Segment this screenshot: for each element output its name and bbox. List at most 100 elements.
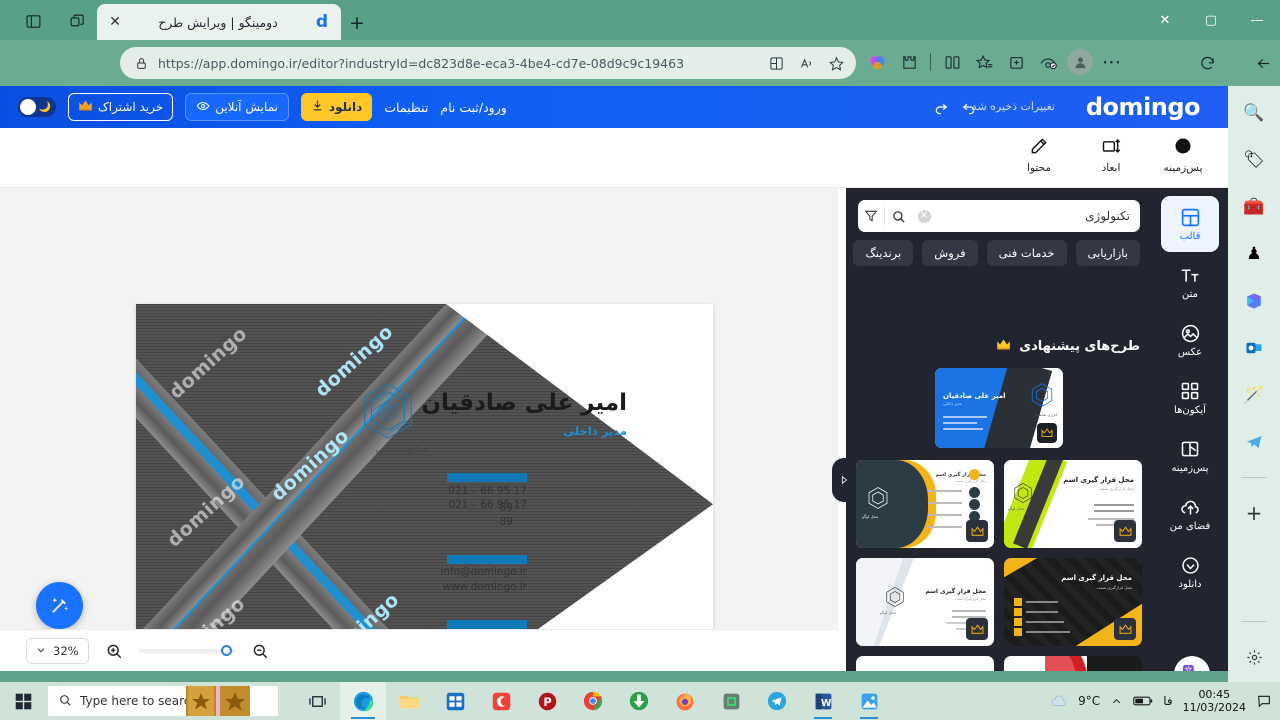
redo-icon[interactable]	[932, 98, 950, 116]
taskbar-word-icon[interactable]: W	[800, 682, 846, 720]
design-canvas[interactable]: domingo domingo domingo domingo domingo …	[0, 188, 838, 671]
address-bar[interactable]: https://app.domingo.ir/editor?industryId…	[120, 47, 856, 79]
browser-essentials-icon[interactable]	[1033, 47, 1063, 77]
copilot-icon[interactable]	[862, 47, 892, 77]
rail-item-icons[interactable]: آیکون‌ها	[1161, 370, 1219, 426]
online-preview-button[interactable]: نمایش آنلاین	[185, 93, 289, 121]
task-view-icon[interactable]	[294, 682, 340, 720]
undo-icon[interactable]	[960, 98, 978, 116]
domingo-logo[interactable]: domingo	[1086, 94, 1201, 120]
settings-button[interactable]: تنظیمات	[384, 100, 428, 115]
taskbar-edge-icon[interactable]	[340, 682, 386, 720]
tools-icon[interactable]: 🧰	[1239, 192, 1269, 222]
weather-temperature[interactable]: 9°C	[1078, 694, 1100, 708]
rail-item-background[interactable]: پس‌زمینه	[1161, 428, 1219, 484]
search-icon[interactable]: 🔍	[1239, 98, 1269, 128]
search-icon[interactable]	[885, 209, 911, 224]
card-logo-icon[interactable]	[357, 380, 419, 442]
rail-item-template[interactable]: قالب	[1161, 196, 1219, 252]
taskbar-evernote-icon[interactable]	[708, 682, 754, 720]
designer-icon[interactable]: 🪄	[1239, 380, 1269, 410]
template-card[interactable]: محل لوگو محل قرار گیری اسم محل قرارگیری …	[856, 460, 994, 548]
games-icon[interactable]: ♟	[1239, 239, 1269, 269]
split-screen-toolbar-icon[interactable]	[937, 47, 967, 77]
crown-lock-icon[interactable]	[966, 618, 988, 640]
search-input[interactable]: تکنولوژی	[937, 209, 1140, 223]
cloud-icon[interactable]	[1050, 694, 1068, 708]
extensions-icon[interactable]	[894, 47, 924, 77]
buy-subscription-button[interactable]: خرید اشتراک	[68, 93, 174, 121]
template-search-bar[interactable]: تکنولوژی ✕	[858, 200, 1140, 232]
magic-wand-button[interactable]	[36, 582, 83, 629]
outlook-icon[interactable]	[1239, 333, 1269, 363]
rail-item-download[interactable]: دانلود	[1161, 544, 1219, 600]
crown-lock-icon[interactable]	[966, 520, 988, 542]
content-tool[interactable]: محتوا	[1012, 134, 1066, 174]
language-indicator[interactable]: فا	[1163, 694, 1172, 708]
card-phone-2[interactable]: 021 – 66 95 17	[448, 498, 527, 513]
new-tab-button[interactable]: +	[345, 12, 369, 34]
rail-item-my-space[interactable]: فضای من	[1161, 486, 1219, 542]
split-screen-icon[interactable]	[762, 50, 790, 76]
add-icon[interactable]: +	[1239, 498, 1269, 528]
shopping-tag-icon[interactable]: 🏷	[1239, 145, 1269, 175]
browser-tab[interactable]: d دومینگو | ویرایش طرح ✕	[97, 4, 341, 40]
rail-item-text[interactable]: متن	[1161, 254, 1219, 310]
filter-icon[interactable]	[858, 209, 884, 223]
card-name[interactable]: امیر علی صادقیان	[421, 390, 627, 416]
close-icon[interactable]: ✕	[105, 12, 125, 32]
taskbar-camtasia-icon[interactable]	[478, 682, 524, 720]
zoom-out-icon[interactable]	[249, 640, 271, 662]
background-tool[interactable]: پس‌زمینه	[1156, 134, 1210, 174]
back-button[interactable]	[1246, 47, 1280, 79]
panel-collapse-toggle[interactable]	[832, 458, 856, 502]
favorite-star-icon[interactable]	[822, 50, 850, 76]
more-settings-icon[interactable]: ⋯	[1097, 47, 1127, 77]
card-phone-1[interactable]: 021 – 66 95 17	[448, 484, 527, 499]
taskbar-idm-icon[interactable]	[616, 682, 662, 720]
chip-sales[interactable]: فروش	[922, 240, 978, 266]
zoom-in-icon[interactable]	[103, 640, 125, 662]
avatar[interactable]	[1065, 47, 1095, 77]
chevron-up-icon[interactable]	[1110, 696, 1123, 707]
crown-lock-icon[interactable]	[1037, 423, 1057, 443]
tab-split-icon[interactable]	[18, 8, 48, 34]
crown-lock-icon[interactable]	[1114, 618, 1136, 640]
signin-button[interactable]: ورود/ثبت نام	[440, 100, 506, 115]
card-role[interactable]: مدیر داخلی	[563, 424, 627, 438]
telegram-icon[interactable]	[1239, 427, 1269, 457]
sidebar-settings-icon[interactable]	[1239, 642, 1269, 672]
battery-icon[interactable]	[1133, 695, 1153, 707]
office-icon[interactable]	[1239, 286, 1269, 316]
close-window-button[interactable]: ✕	[1142, 0, 1188, 40]
chip-branding[interactable]: برندینگ	[853, 240, 914, 266]
taskbar-clock[interactable]: 00:45 11/03/2024	[1183, 688, 1246, 714]
download-button[interactable]: دانلود	[300, 93, 373, 121]
taskbar-firefox-icon[interactable]	[662, 682, 708, 720]
template-card[interactable]: محل قرار گیری اسم محل قرارگیری سمت	[1004, 558, 1142, 646]
maximize-button[interactable]: ▢	[1188, 0, 1234, 40]
business-card[interactable]: domingo domingo domingo domingo domingo …	[136, 304, 713, 671]
taskbar-chrome-icon[interactable]	[570, 682, 616, 720]
dimensions-tool[interactable]: ابعاد	[1084, 134, 1138, 174]
notification-icon[interactable]	[1256, 693, 1272, 709]
favorites-icon[interactable]	[969, 47, 999, 77]
zoom-slider[interactable]	[138, 644, 235, 656]
tab-copilot-icon[interactable]	[62, 8, 92, 34]
card-phone-4[interactable]: 89	[500, 515, 513, 530]
taskbar-photos-icon[interactable]	[846, 682, 892, 720]
clear-icon[interactable]: ✕	[911, 209, 937, 223]
collections-icon[interactable]	[1001, 47, 1031, 77]
taskbar-file-explorer-icon[interactable]	[386, 682, 432, 720]
taskbar-prezi-icon[interactable]: P	[524, 682, 570, 720]
template-card[interactable]: محل قرار گیری اسم محل قرارگیری سمت	[856, 656, 994, 671]
minimize-button[interactable]: —	[1234, 0, 1280, 40]
theme-toggle[interactable]: 🌙	[18, 97, 56, 117]
read-aloud-icon[interactable]	[792, 50, 820, 76]
taskbar-telegram-icon[interactable]	[754, 682, 800, 720]
reload-button[interactable]	[1190, 47, 1224, 79]
crown-lock-icon[interactable]	[1114, 520, 1136, 542]
chip-technical-services[interactable]: خدمات فنی	[986, 240, 1067, 266]
template-card[interactable]: محل لوگو محل قرار گیری اسم محل قرارگیری …	[856, 558, 994, 646]
card-website[interactable]: www.domingo.ir	[442, 580, 527, 595]
